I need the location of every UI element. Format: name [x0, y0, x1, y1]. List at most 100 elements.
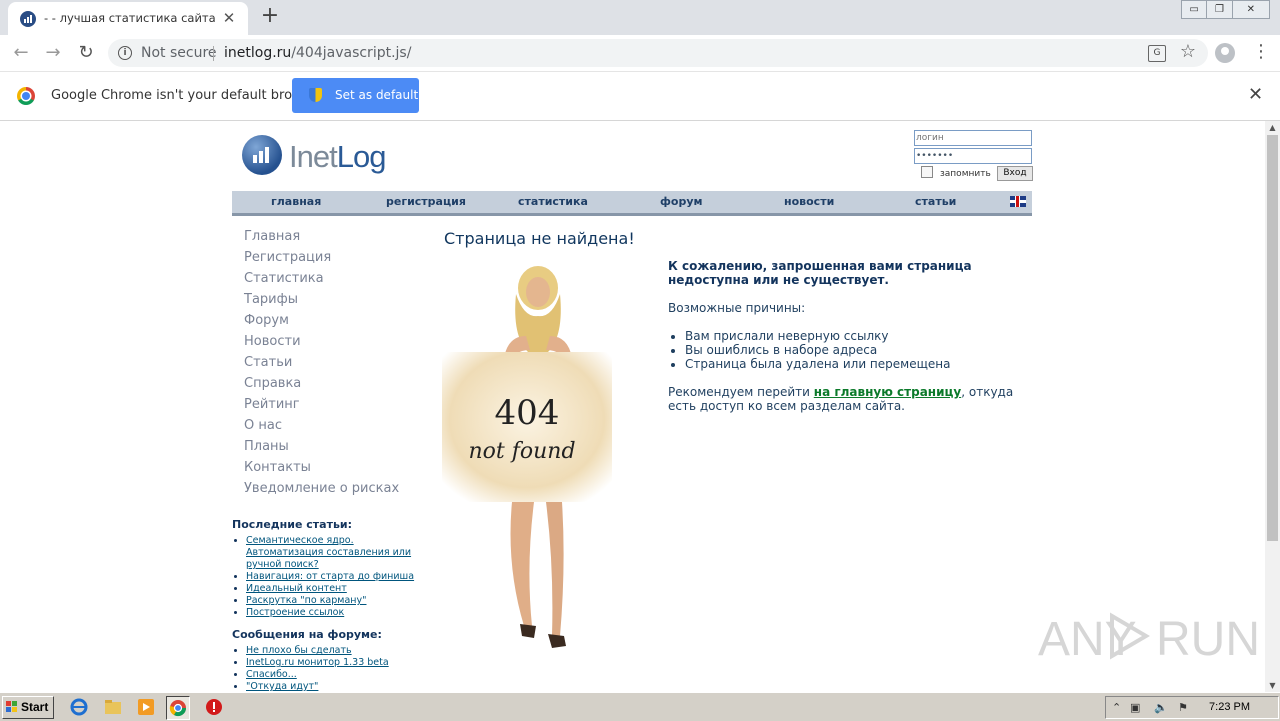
minimize-button[interactable]: ▭	[1181, 0, 1208, 19]
translate-icon[interactable]: G	[1148, 45, 1166, 62]
password-field[interactable]	[914, 148, 1032, 164]
404-figure-image: 404 not found	[442, 266, 612, 648]
nav-statistics[interactable]: Статистика	[244, 271, 399, 292]
top-menu-forum[interactable]: форум	[660, 195, 703, 208]
url-host: inetlog.ru	[224, 45, 292, 61]
left-navigation: Главная Регистрация Статистика Тарифы Фо…	[244, 229, 399, 502]
article-link[interactable]: Семантическое ядро. Автоматизация состав…	[246, 535, 411, 570]
nav-home[interactable]: Главная	[244, 229, 399, 250]
address-bar[interactable]: i Not secure inetlog.ru/404javascript.js…	[108, 39, 1208, 67]
recommendation-text: Рекомендуем перейти на главную страницу,…	[668, 385, 1014, 413]
security-label: Not secure	[141, 45, 217, 61]
remember-checkbox[interactable]	[921, 166, 933, 178]
nav-contacts[interactable]: Контакты	[244, 460, 399, 481]
profile-avatar-icon[interactable]	[1215, 43, 1235, 63]
forum-post-link[interactable]: Не плохо бы сделать	[246, 645, 352, 656]
forward-icon[interactable]: →	[41, 41, 65, 65]
recent-articles-list: Семантическое ядро. Автоматизация состав…	[246, 535, 416, 619]
top-menu-articles[interactable]: статьи	[915, 195, 956, 208]
page-title: Страница не найдена!	[444, 229, 635, 248]
nav-articles[interactable]: Статьи	[244, 355, 399, 376]
top-menu-news[interactable]: новости	[784, 195, 834, 208]
404-illustration: 404 not found	[442, 266, 612, 671]
list-item: Построение ссылок	[246, 607, 416, 619]
back-icon[interactable]: ←	[9, 41, 33, 65]
tray-expand-icon[interactable]: ⌃	[1112, 701, 1121, 714]
browser-toolbar: ← → ↻ i Not secure inetlog.ru/404javascr…	[0, 35, 1280, 72]
watermark-play-icon	[1110, 612, 1150, 660]
anyrun-watermark: ANY RUN	[1038, 606, 1260, 670]
stop-sign-icon[interactable]	[203, 696, 225, 718]
list-item: Навигация: от старта до финиша	[246, 571, 416, 583]
home-page-link[interactable]: на главную страницу	[814, 385, 961, 399]
windows-taskbar: Start ⌃ ▣ 🔈 ⚑ 7:23 PM	[0, 692, 1280, 721]
nav-about[interactable]: О нас	[244, 418, 399, 439]
url-text: inetlog.ru/404javascript.js/	[224, 45, 411, 61]
list-item: Семантическое ядро. Автоматизация состав…	[246, 535, 416, 571]
restore-button[interactable]: ❐	[1206, 0, 1233, 19]
forum-posts-heading: Сообщения на форуме:	[232, 628, 382, 641]
article-link[interactable]: Построение ссылок	[246, 607, 344, 618]
nav-news[interactable]: Новости	[244, 334, 399, 355]
english-flag-icon[interactable]	[1010, 196, 1026, 207]
clock[interactable]: 7:23 PM	[1209, 701, 1250, 713]
scroll-down-icon[interactable]: ▼	[1265, 679, 1280, 692]
logo-chart-icon	[242, 135, 282, 175]
nav-tariffs[interactable]: Тарифы	[244, 292, 399, 313]
start-button[interactable]: Start	[2, 696, 54, 719]
article-link[interactable]: Идеальный контент	[246, 583, 347, 594]
inetlog-logo[interactable]: InetLog	[242, 135, 402, 177]
network-icon[interactable]: ▣	[1130, 701, 1140, 714]
article-link[interactable]: Навигация: от старта до финиша	[246, 571, 414, 582]
page-scrollbar[interactable]: ▲ ▼	[1265, 121, 1280, 692]
nav-forum[interactable]: Форум	[244, 313, 399, 334]
top-menu-home[interactable]: главная	[271, 195, 321, 208]
watermark-right-text: RUN	[1156, 613, 1260, 666]
volume-icon[interactable]: 🔈	[1154, 701, 1168, 714]
top-menu-registration[interactable]: регистрация	[386, 195, 466, 208]
reasons-list: Вам прислали неверную ссылку Вы ошиблись…	[668, 329, 1038, 371]
list-item: Не плохо бы сделать	[246, 645, 416, 657]
media-player-icon[interactable]	[135, 696, 157, 718]
forum-post-link[interactable]: Спасибо...	[246, 669, 297, 680]
list-item: Раскрутка "по карману"	[246, 595, 416, 607]
default-browser-infobar: Google Chrome isn't your default browser…	[0, 72, 1280, 121]
set-as-default-button[interactable]: Set as default	[292, 78, 419, 113]
action-center-flag-icon[interactable]: ⚑	[1178, 701, 1188, 714]
nav-rating[interactable]: Рейтинг	[244, 397, 399, 418]
menu-kebab-icon[interactable]: ⋮	[1252, 42, 1270, 62]
nav-registration[interactable]: Регистрация	[244, 250, 399, 271]
logo-text: InetLog	[289, 139, 386, 174]
internet-explorer-icon[interactable]	[68, 696, 90, 718]
set-as-default-label: Set as default	[335, 88, 419, 102]
site-favicon-icon	[20, 11, 36, 27]
list-item: Страница была удалена или перемещена	[685, 357, 1038, 371]
chrome-logo-icon	[17, 87, 35, 105]
file-explorer-icon[interactable]	[102, 696, 124, 718]
scrollbar-thumb[interactable]	[1267, 135, 1278, 541]
close-window-button[interactable]: ✕	[1231, 0, 1270, 19]
windows-logo-icon	[6, 701, 18, 713]
nav-plans[interactable]: Планы	[244, 439, 399, 460]
nav-help[interactable]: Справка	[244, 376, 399, 397]
new-tab-button[interactable]: +	[259, 5, 281, 27]
forum-post-link[interactable]: InetLog.ru монитор 1.33 beta	[246, 657, 389, 668]
info-icon[interactable]: i	[118, 46, 132, 60]
system-tray: ⌃ ▣ 🔈 ⚑ 7:23 PM	[1105, 696, 1279, 719]
reload-icon[interactable]: ↻	[74, 41, 98, 65]
login-submit-button[interactable]: Вход	[997, 166, 1033, 181]
nav-risk-notice[interactable]: Уведомление о рисках	[244, 481, 399, 502]
article-link[interactable]: Раскрутка "по карману"	[246, 595, 366, 606]
login-field[interactable]	[914, 130, 1032, 146]
scroll-up-icon[interactable]: ▲	[1265, 121, 1280, 134]
infobar-close-icon[interactable]: ✕	[1248, 84, 1263, 105]
list-item: Идеальный контент	[246, 583, 416, 595]
tab-close-icon[interactable]: ✕	[220, 9, 238, 27]
chrome-taskbar-icon[interactable]	[166, 696, 190, 720]
remember-label: запомнить	[940, 169, 991, 179]
list-item: Вы ошиблись в наборе адреса	[685, 343, 1038, 357]
bookmark-star-icon[interactable]: ☆	[1180, 41, 1196, 62]
forum-post-link[interactable]: "Откуда идут"	[246, 681, 318, 692]
top-menu-statistics[interactable]: статистика	[518, 195, 588, 208]
browser-tab[interactable]: - - лучшая статистика сайта и сче ✕	[8, 2, 248, 35]
